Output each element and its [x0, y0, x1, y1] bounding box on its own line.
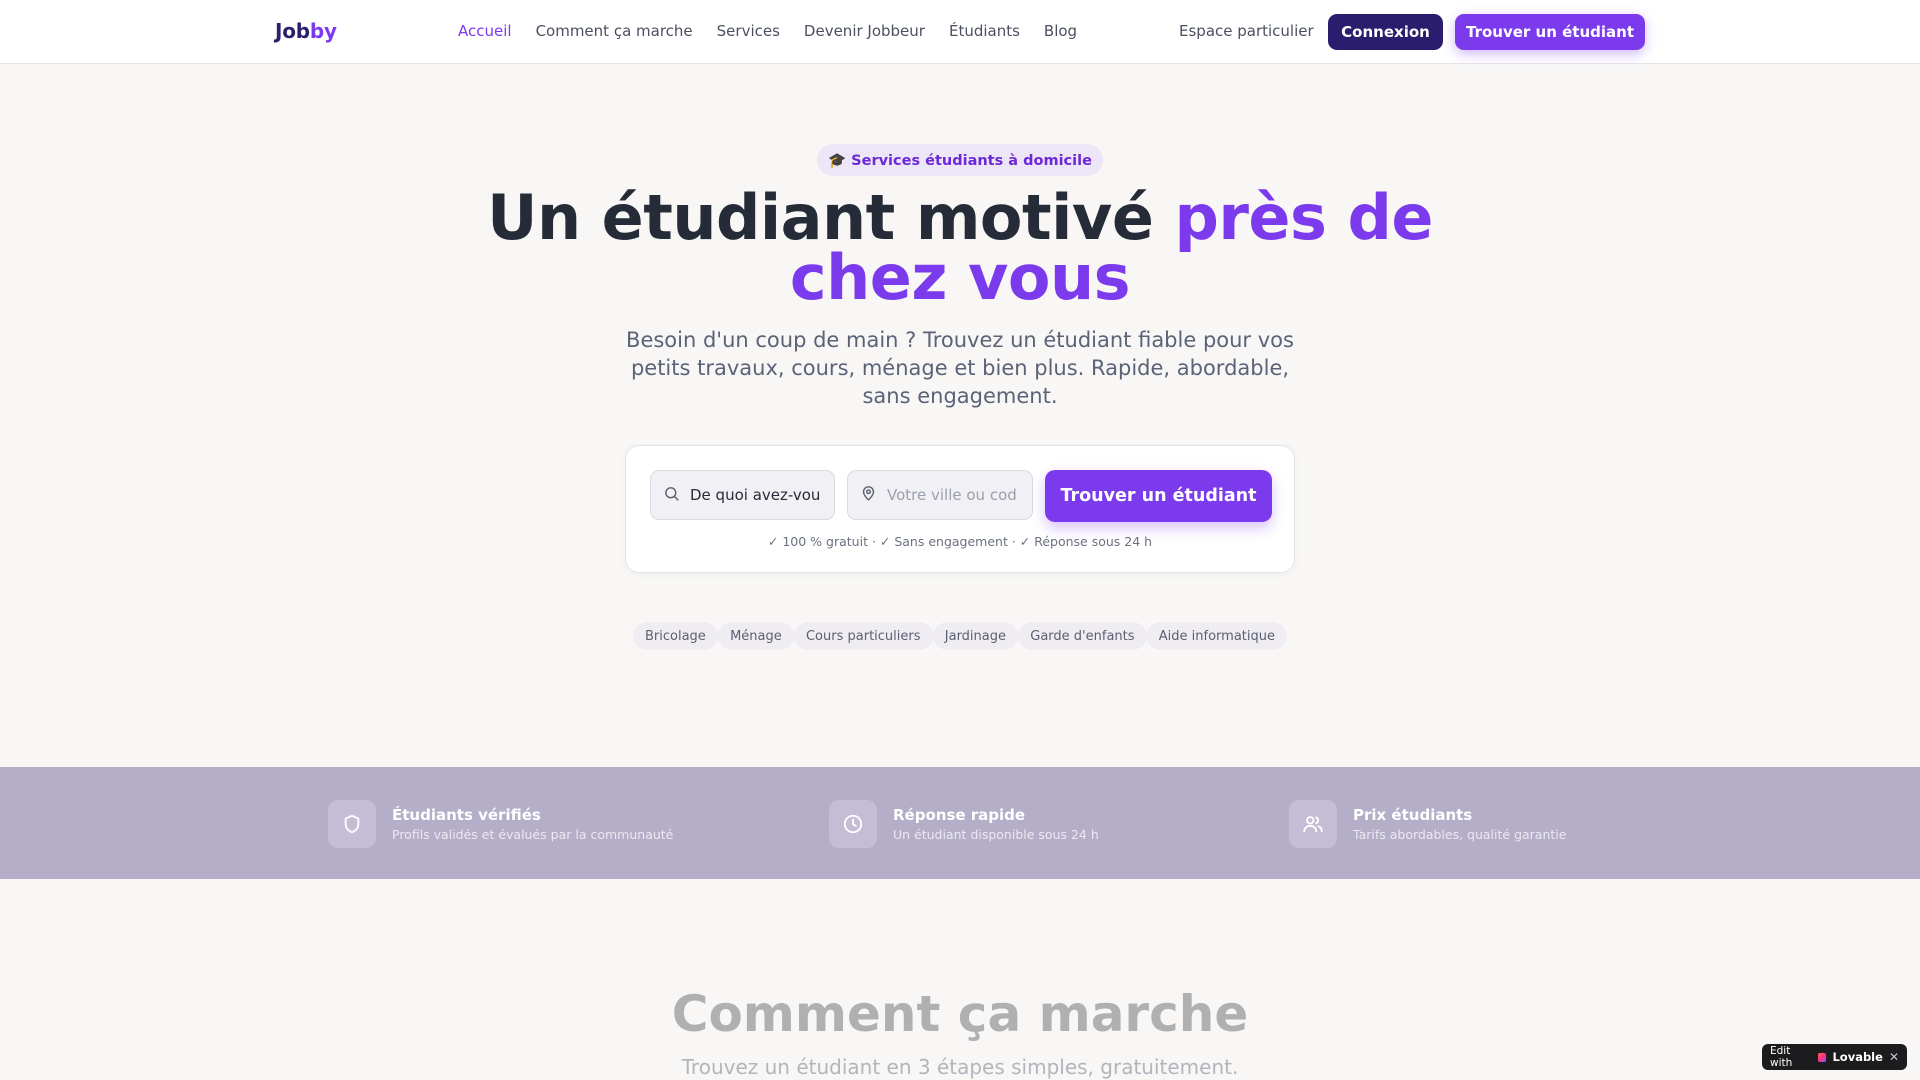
chip-bricolage[interactable]: Bricolage — [633, 622, 718, 650]
espace-particulier-link[interactable]: Espace particulier — [1179, 22, 1314, 40]
nav-link-etudiants[interactable]: Étudiants — [949, 22, 1020, 40]
chip-garde-enfants[interactable]: Garde d'enfants — [1018, 622, 1147, 650]
edit-with-label: Edit with — [1770, 1045, 1793, 1069]
feature-description: Tarifs abordables, qualité garantie — [1353, 827, 1567, 842]
need-field[interactable] — [650, 470, 835, 520]
hero-badge-text: 🎓 Services étudiants à domicile — [828, 152, 1092, 169]
feature-verified: Étudiants vérifiés Profils validés et év… — [328, 800, 673, 848]
feature-title: Étudiants vérifiés — [392, 806, 541, 824]
feature-fast-response: Réponse rapide Un étudiant disponible so… — [829, 800, 1099, 848]
lovable-brand: Lovable — [1832, 1050, 1883, 1064]
users-icon — [1289, 800, 1337, 848]
features-band: Étudiants vérifiés Profils validés et év… — [0, 767, 1920, 879]
chip-jardinage[interactable]: Jardinage — [932, 622, 1019, 650]
how-it-works-title: Comment ça marche — [671, 985, 1249, 1043]
nav-link-devenir-jobbeur[interactable]: Devenir Jobbeur — [804, 22, 925, 40]
search-guarantees: ✓ 100 % gratuit · ✓ Sans engagement · ✓ … — [767, 534, 1153, 549]
map-pin-icon — [860, 485, 877, 506]
edit-with-lovable-badge[interactable]: Edit with Lovable ✕ — [1762, 1044, 1907, 1070]
feature-description: Profils validés et évalués par la commun… — [392, 827, 674, 842]
logo-text-job: Job — [275, 19, 310, 43]
feature-student-prices: Prix étudiants Tarifs abordables, qualit… — [1289, 800, 1566, 848]
main-nav: Accueil Comment ça marche Services Deven… — [458, 22, 1077, 40]
chip-menage[interactable]: Ménage — [718, 622, 794, 650]
how-it-works-subtitle: Trouvez un étudiant en 3 étapes simples,… — [681, 1055, 1239, 1079]
hero-title: Un étudiant motivé près de chez vous — [460, 187, 1460, 309]
shield-icon — [328, 800, 376, 848]
lovable-logo-icon — [1818, 1052, 1827, 1062]
top-navbar: Jobby Accueil Comment ça marche Services… — [0, 0, 1920, 64]
clock-icon — [829, 800, 877, 848]
nav-link-services[interactable]: Services — [717, 22, 780, 40]
search-icon — [663, 485, 680, 506]
hero-badge: 🎓 Services étudiants à domicile — [817, 144, 1103, 176]
find-student-button[interactable]: Trouver un étudiant — [1045, 470, 1272, 522]
nav-link-accueil[interactable]: Accueil — [458, 22, 512, 40]
logo[interactable]: Jobby — [275, 19, 337, 43]
search-card: Trouver un étudiant ✓ 100 % gratuit · ✓ … — [625, 445, 1295, 573]
close-icon[interactable]: ✕ — [1889, 1050, 1899, 1064]
find-student-header-button[interactable]: Trouver un étudiant — [1455, 14, 1645, 50]
hero-subtitle: Besoin d'un coup de main ? Trouvez un ét… — [626, 328, 1294, 408]
location-input[interactable] — [887, 486, 1017, 504]
logo-text-by: by — [309, 19, 337, 43]
feature-title: Prix étudiants — [1353, 806, 1473, 824]
feature-description: Un étudiant disponible sous 24 h — [893, 827, 1099, 842]
nav-link-blog[interactable]: Blog — [1044, 22, 1077, 40]
need-input[interactable] — [690, 486, 820, 504]
category-chips: Bricolage Ménage Cours particuliers Jard… — [633, 622, 1287, 650]
login-button[interactable]: Connexion — [1328, 14, 1443, 50]
feature-title: Réponse rapide — [893, 806, 1026, 824]
chip-cours-particuliers[interactable]: Cours particuliers — [793, 622, 933, 650]
chip-aide-informatique[interactable]: Aide informatique — [1146, 622, 1287, 650]
location-field[interactable] — [847, 470, 1033, 520]
nav-link-comment-ca-marche[interactable]: Comment ça marche — [536, 22, 693, 40]
